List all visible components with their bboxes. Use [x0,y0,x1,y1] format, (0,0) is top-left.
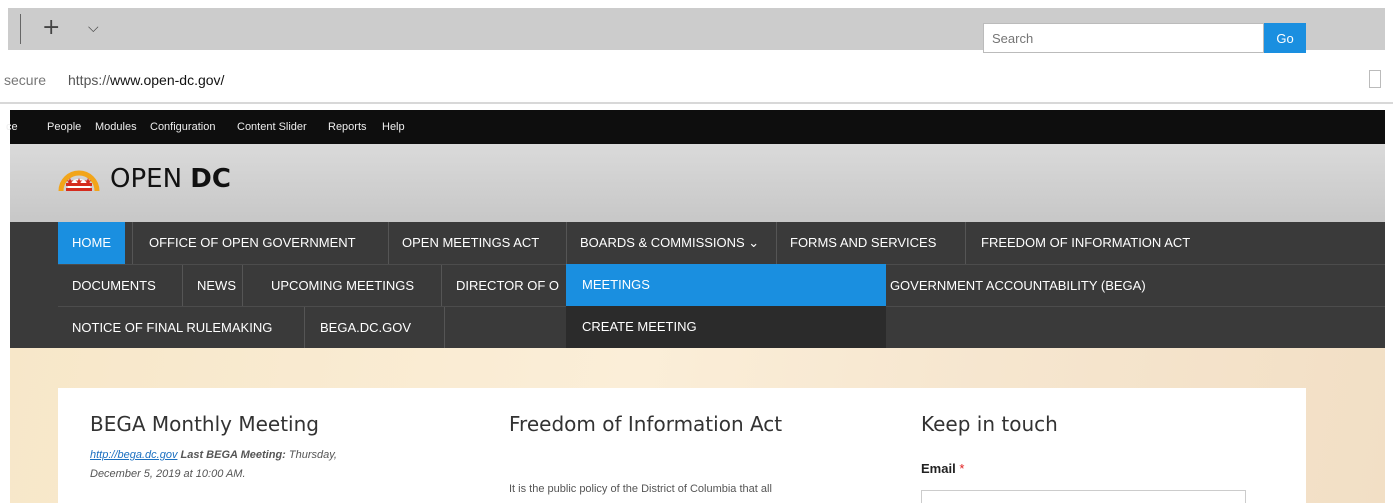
admin-item-people[interactable]: People [47,121,81,133]
admin-item-configuration[interactable]: Configuration [150,121,215,133]
nav-government-accountability[interactable]: ) GOVERNMENT ACCOUNTABILITY (BEGA) [872,265,1160,307]
nav-documents[interactable]: DOCUMENTS [58,265,170,307]
nav-notice-of-final-rulemaking[interactable]: NOTICE OF FINAL RULEMAKING [58,307,286,349]
nav-divider [965,222,966,264]
required-asterisk: * [959,461,965,476]
keep-in-touch-title: Keep in touch [921,412,1058,436]
nav-upcoming-meetings[interactable]: UPCOMING MEETINGS [257,265,428,307]
nav-home[interactable]: HOME [58,222,125,264]
dropdown-item-meetings[interactable]: MEETINGS [566,264,886,306]
url-scheme: https:// [68,72,111,88]
url-host: www.open-dc.gov/ [110,72,225,88]
site-name-bold: DC [190,164,231,194]
connection-security-label[interactable]: secure [4,72,46,88]
nav-divider [242,265,243,307]
url-text[interactable]: https://www.open-dc.gov/ [68,72,224,88]
tab-separator [20,14,21,44]
nav-open-meetings-act[interactable]: OPEN MEETINGS ACT [388,222,553,264]
site-header: OPEN DC [10,144,1385,222]
site-name[interactable]: OPEN DC [110,164,231,194]
dc-flag-sunrise-icon[interactable] [58,161,100,197]
search-button[interactable]: Go [1264,23,1306,53]
last-meeting-day: Thursday, [285,449,337,461]
reading-view-icon[interactable] [1369,70,1381,88]
bega-meeting-meta: http://bega.dc.gov Last BEGA Meeting: Th… [90,446,390,484]
email-label-text: Email [921,461,956,476]
admin-item-modules[interactable]: Modules [95,121,137,133]
nav-director-of[interactable]: DIRECTOR OF O [442,265,573,307]
nav-office-of-open-government[interactable]: OFFICE OF OPEN GOVERNMENT [135,222,370,264]
last-meeting-date: December 5, 2019 at 10:00 AM. [90,468,246,480]
foia-title[interactable]: Freedom of Information Act [509,412,782,436]
nav-divider [132,222,133,264]
site-name-light: OPEN [110,164,191,194]
nav-forms-and-services[interactable]: FORMS AND SERVICES [776,222,950,264]
new-tab-icon[interactable]: + [42,15,60,41]
dropdown-item-create-meeting[interactable]: CREATE MEETING [566,306,886,348]
nav-divider [304,307,305,349]
admin-item-content-slider[interactable]: Content Slider [237,121,307,133]
email-field[interactable] [921,490,1246,503]
search-input[interactable] [983,23,1264,53]
nav-divider [444,307,445,349]
tab-list-chevron-icon[interactable]: ⌵ [88,20,99,36]
admin-item-help[interactable]: Help [382,121,405,133]
foia-body: It is the public policy of the District … [509,483,772,495]
nav-news[interactable]: NEWS [183,265,250,307]
bega-meeting-title[interactable]: BEGA Monthly Meeting [90,412,319,436]
nav-boards-commissions[interactable]: BOARDS & COMMISSIONS ⌄ [566,222,773,264]
address-bar[interactable]: secure https://www.open-dc.gov/ [0,58,1393,104]
bega-link[interactable]: http://bega.dc.gov [90,449,177,461]
admin-item-reports[interactable]: Reports [328,121,367,133]
email-label: Email * [921,461,964,476]
last-meeting-label: Last BEGA Meeting: [177,449,286,461]
admin-item-appearance[interactable]: ce [6,121,18,133]
admin-toolbar: ce People Modules Configuration Content … [6,110,1385,144]
boards-commissions-dropdown: MEETINGS CREATE MEETING [566,264,886,348]
nav-bega-dc-gov[interactable]: BEGA.DC.GOV [306,307,425,349]
nav-freedom-of-information-act[interactable]: FREEDOM OF INFORMATION ACT [967,222,1204,264]
